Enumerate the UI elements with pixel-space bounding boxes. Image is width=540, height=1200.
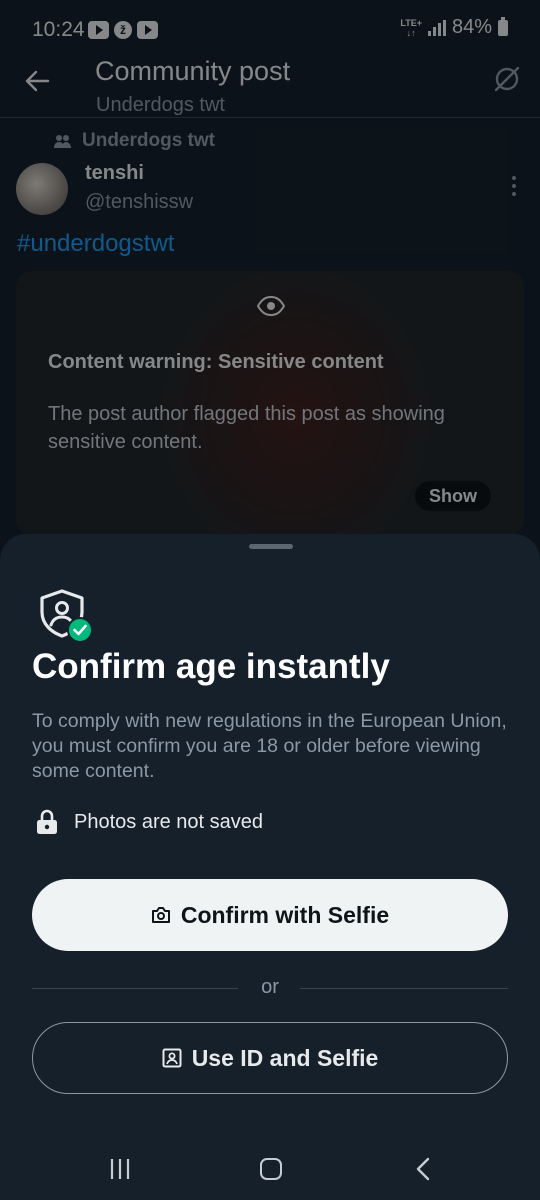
or-divider: or xyxy=(32,976,508,1000)
check-icon xyxy=(67,617,93,643)
sheet-description: To comply with new regulations in the Eu… xyxy=(32,710,507,782)
nav-back-icon[interactable] xyxy=(414,1157,432,1181)
system-navigation-bar xyxy=(0,1138,540,1200)
confirm-with-selfie-label: Confirm with Selfie xyxy=(180,901,390,928)
confirm-with-selfie-button[interactable]: Confirm with Selfie xyxy=(32,879,508,951)
age-verification-sheet: Confirm age instantly To comply with new… xyxy=(0,534,540,1138)
privacy-note: Photos are not saved xyxy=(36,809,263,835)
shield-user-icon xyxy=(40,589,93,643)
use-id-and-selfie-button[interactable]: Use ID and Selfie xyxy=(32,1022,508,1094)
lock-icon xyxy=(37,809,57,834)
privacy-note-text: Photos are not saved xyxy=(74,810,264,833)
divider-line-right xyxy=(300,988,508,989)
recents-icon[interactable] xyxy=(108,1158,132,1180)
camera-icon xyxy=(151,907,170,923)
home-icon[interactable] xyxy=(260,1158,282,1180)
use-id-and-selfie-label: Use ID and Selfie xyxy=(191,1044,379,1071)
sheet-title: Confirm age instantly xyxy=(32,647,390,686)
sheet-grabber[interactable] xyxy=(249,544,293,549)
id-card-icon xyxy=(162,1048,182,1068)
